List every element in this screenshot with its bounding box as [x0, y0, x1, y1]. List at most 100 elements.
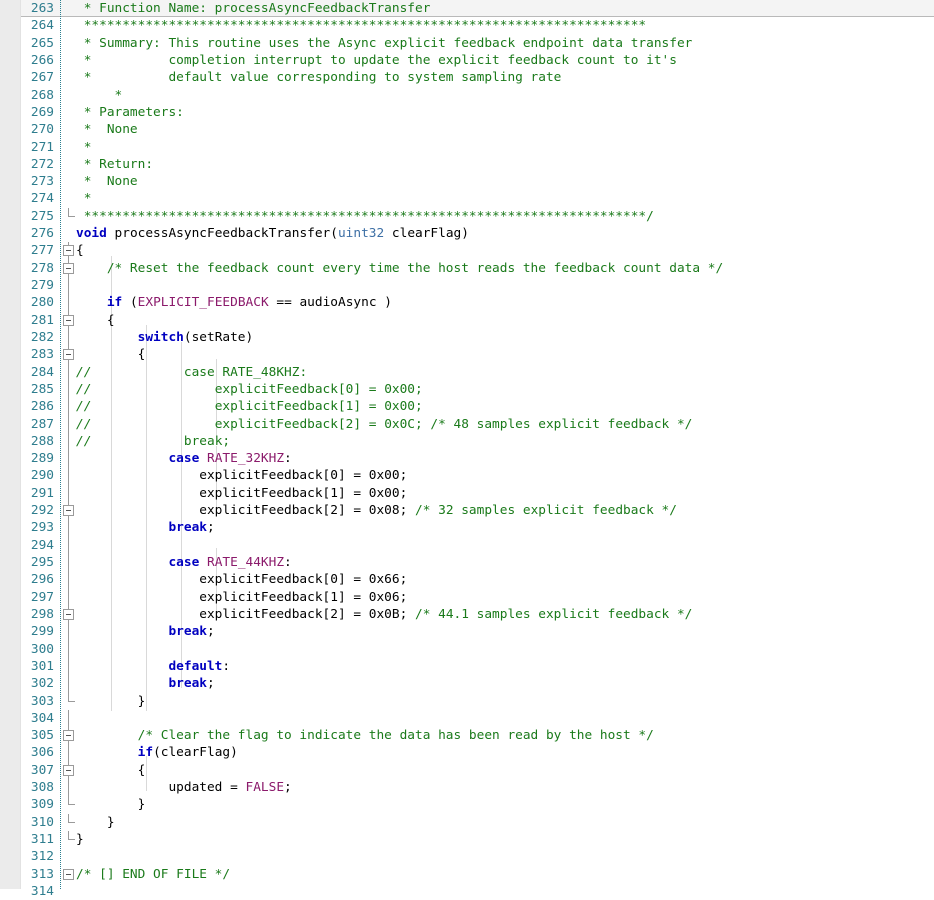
- code-text[interactable]: updated = FALSE;: [76, 779, 291, 796]
- code-text[interactable]: case RATE_32KHZ:: [76, 450, 291, 467]
- code-text[interactable]: ****************************************…: [76, 208, 654, 225]
- code-text[interactable]: }: [76, 693, 146, 710]
- code-line[interactable]: 281 {: [0, 311, 934, 329]
- fold-collapse-icon[interactable]: [61, 346, 76, 364]
- code-line[interactable]: 300: [0, 640, 934, 658]
- code-line[interactable]: 287 // explicitFeedback[2] = 0x0C; /* 48 …: [0, 415, 934, 433]
- code-text[interactable]: break;: [76, 519, 214, 536]
- code-line[interactable]: 305 /* Clear the flag to indicate the da…: [0, 727, 934, 745]
- code-line[interactable]: 312: [0, 848, 934, 865]
- code-line[interactable]: 314: [0, 883, 934, 900]
- code-text[interactable]: * default value corresponding to system …: [76, 69, 562, 86]
- code-text[interactable]: {: [76, 346, 146, 363]
- code-line[interactable]: 304: [0, 709, 934, 728]
- code-text[interactable]: * Function Name: processAsyncFeedbackTra…: [76, 0, 431, 17]
- code-line[interactable]: 302 break;: [0, 675, 934, 693]
- code-text[interactable]: explicitFeedback[0] = 0x00;: [76, 467, 407, 484]
- code-text[interactable]: break;: [76, 675, 214, 692]
- code-text[interactable]: *: [76, 139, 92, 156]
- code-line[interactable]: 306 if(clearFlag): [0, 744, 934, 762]
- code-text[interactable]: explicitFeedback[1] = 0x06;: [76, 589, 407, 606]
- code-line[interactable]: 309 }: [0, 796, 934, 813]
- code-text[interactable]: * Summary: This routine uses the Async e…: [76, 35, 693, 52]
- code-text[interactable]: *: [76, 87, 123, 104]
- code-text[interactable]: * Parameters:: [76, 104, 184, 121]
- fold-collapse-icon[interactable]: [61, 242, 76, 260]
- code-line[interactable]: 276 void processAsyncFeedbackTransfer(uin…: [0, 225, 934, 242]
- code-text[interactable]: explicitFeedback[0] = 0x66;: [76, 571, 407, 588]
- fold-collapse-icon[interactable]: [61, 727, 76, 745]
- code-text[interactable]: break;: [76, 623, 214, 640]
- code-text[interactable]: case RATE_44KHZ:: [76, 554, 291, 571]
- code-line[interactable]: 274 *: [0, 190, 934, 207]
- code-text[interactable]: /* Clear the flag to indicate the data h…: [76, 727, 654, 744]
- code-text[interactable]: * None: [76, 121, 138, 138]
- code-line[interactable]: 296 explicitFeedback[0] = 0x66;: [0, 571, 934, 589]
- fold-collapse-icon[interactable]: [61, 866, 76, 883]
- code-line[interactable]: 271 *: [0, 139, 934, 156]
- code-text[interactable]: void processAsyncFeedbackTransfer(uint32…: [76, 225, 469, 242]
- code-editor[interactable]: 263 * Function Name: processAsyncFeedbac…: [0, 0, 934, 899]
- code-line[interactable]: 279: [0, 277, 934, 295]
- code-text[interactable]: if (EXPLICIT_FEEDBACK == audioAsync ): [76, 294, 392, 311]
- code-text[interactable]: /* [] END OF FILE */: [76, 866, 230, 883]
- code-text[interactable]: * completion interrupt to update the exp…: [76, 52, 677, 69]
- code-text[interactable]: * Return:: [76, 156, 153, 173]
- code-line[interactable]: 286 // explicitFeedback[1] = 0x00;: [0, 398, 934, 416]
- code-text[interactable]: {: [76, 312, 115, 329]
- code-line[interactable]: 275 ************************************…: [0, 207, 934, 225]
- code-line[interactable]: 291 explicitFeedback[1] = 0x00;: [0, 484, 934, 503]
- code-line[interactable]: 298 explicitFeedback[2] = 0x0B; /* 44.1 …: [0, 605, 934, 624]
- code-line[interactable]: 294: [0, 536, 934, 554]
- code-line[interactable]: 282 switch(setRate): [0, 328, 934, 347]
- code-line[interactable]: 264 ************************************…: [0, 17, 934, 34]
- code-line[interactable]: 295 case RATE_44KHZ:: [0, 554, 934, 572]
- code-text[interactable]: if(clearFlag): [76, 744, 238, 761]
- code-line[interactable]: 293 break;: [0, 519, 934, 537]
- code-line[interactable]: 265 * Summary: This routine uses the Asy…: [0, 35, 934, 52]
- code-line[interactable]: 278 /* Reset the feedback count every ti…: [0, 259, 934, 277]
- fold-collapse-icon[interactable]: [61, 259, 76, 277]
- code-line[interactable]: 292 explicitFeedback[2] = 0x08; /* 32 sa…: [0, 502, 934, 520]
- code-text[interactable]: {: [76, 242, 84, 259]
- code-text[interactable]: // case RATE_48KHZ:: [76, 364, 307, 381]
- code-text[interactable]: explicitFeedback[2] = 0x0B; /* 44.1 samp…: [76, 606, 692, 623]
- fold-collapse-icon[interactable]: [61, 311, 76, 329]
- code-line[interactable]: 313 /* [] END OF FILE */: [0, 866, 934, 883]
- code-text[interactable]: }: [76, 814, 115, 831]
- code-lines-container[interactable]: 263 * Function Name: processAsyncFeedbac…: [0, 0, 934, 900]
- code-line[interactable]: 263 * Function Name: processAsyncFeedbac…: [0, 0, 934, 18]
- code-line[interactable]: 268 *: [0, 87, 934, 104]
- code-line[interactable]: 299 break;: [0, 623, 934, 641]
- code-line[interactable]: 269 * Parameters:: [0, 104, 934, 121]
- code-line[interactable]: 289 case RATE_32KHZ:: [0, 450, 934, 468]
- code-text[interactable]: // explicitFeedback[1] = 0x00;: [76, 398, 423, 415]
- code-line[interactable]: 277 {: [0, 242, 934, 260]
- code-text[interactable]: }: [76, 796, 146, 813]
- code-line[interactable]: 273 * None: [0, 173, 934, 190]
- code-line[interactable]: 310 }: [0, 813, 934, 831]
- code-text[interactable]: // break;: [76, 433, 230, 450]
- code-line[interactable]: 290 explicitFeedback[0] = 0x00;: [0, 467, 934, 485]
- code-line[interactable]: 303 }: [0, 692, 934, 710]
- code-text[interactable]: default:: [76, 658, 230, 675]
- code-line[interactable]: 270 * None: [0, 121, 934, 138]
- code-line[interactable]: 285 // explicitFeedback[0] = 0x00;: [0, 380, 934, 399]
- code-line[interactable]: 283 {: [0, 346, 934, 364]
- code-text[interactable]: switch(setRate): [76, 329, 254, 346]
- fold-collapse-icon[interactable]: [61, 605, 76, 624]
- code-line[interactable]: 301 default:: [0, 657, 934, 676]
- code-text[interactable]: explicitFeedback[2] = 0x08; /* 32 sample…: [76, 502, 677, 519]
- code-text[interactable]: * None: [76, 173, 138, 190]
- code-line[interactable]: 311}: [0, 831, 934, 848]
- code-line[interactable]: 288 // break;: [0, 432, 934, 451]
- code-line[interactable]: 297 explicitFeedback[1] = 0x06;: [0, 588, 934, 606]
- code-text[interactable]: /* Reset the feedback count every time t…: [76, 260, 723, 277]
- code-line[interactable]: 284 // case RATE_48KHZ:: [0, 363, 934, 381]
- code-text[interactable]: {: [76, 762, 146, 779]
- code-text[interactable]: *: [76, 190, 92, 207]
- code-line[interactable]: 307 {: [0, 761, 934, 780]
- code-text[interactable]: explicitFeedback[1] = 0x00;: [76, 485, 407, 502]
- code-text[interactable]: // explicitFeedback[0] = 0x00;: [76, 381, 423, 398]
- code-text[interactable]: }: [76, 831, 84, 848]
